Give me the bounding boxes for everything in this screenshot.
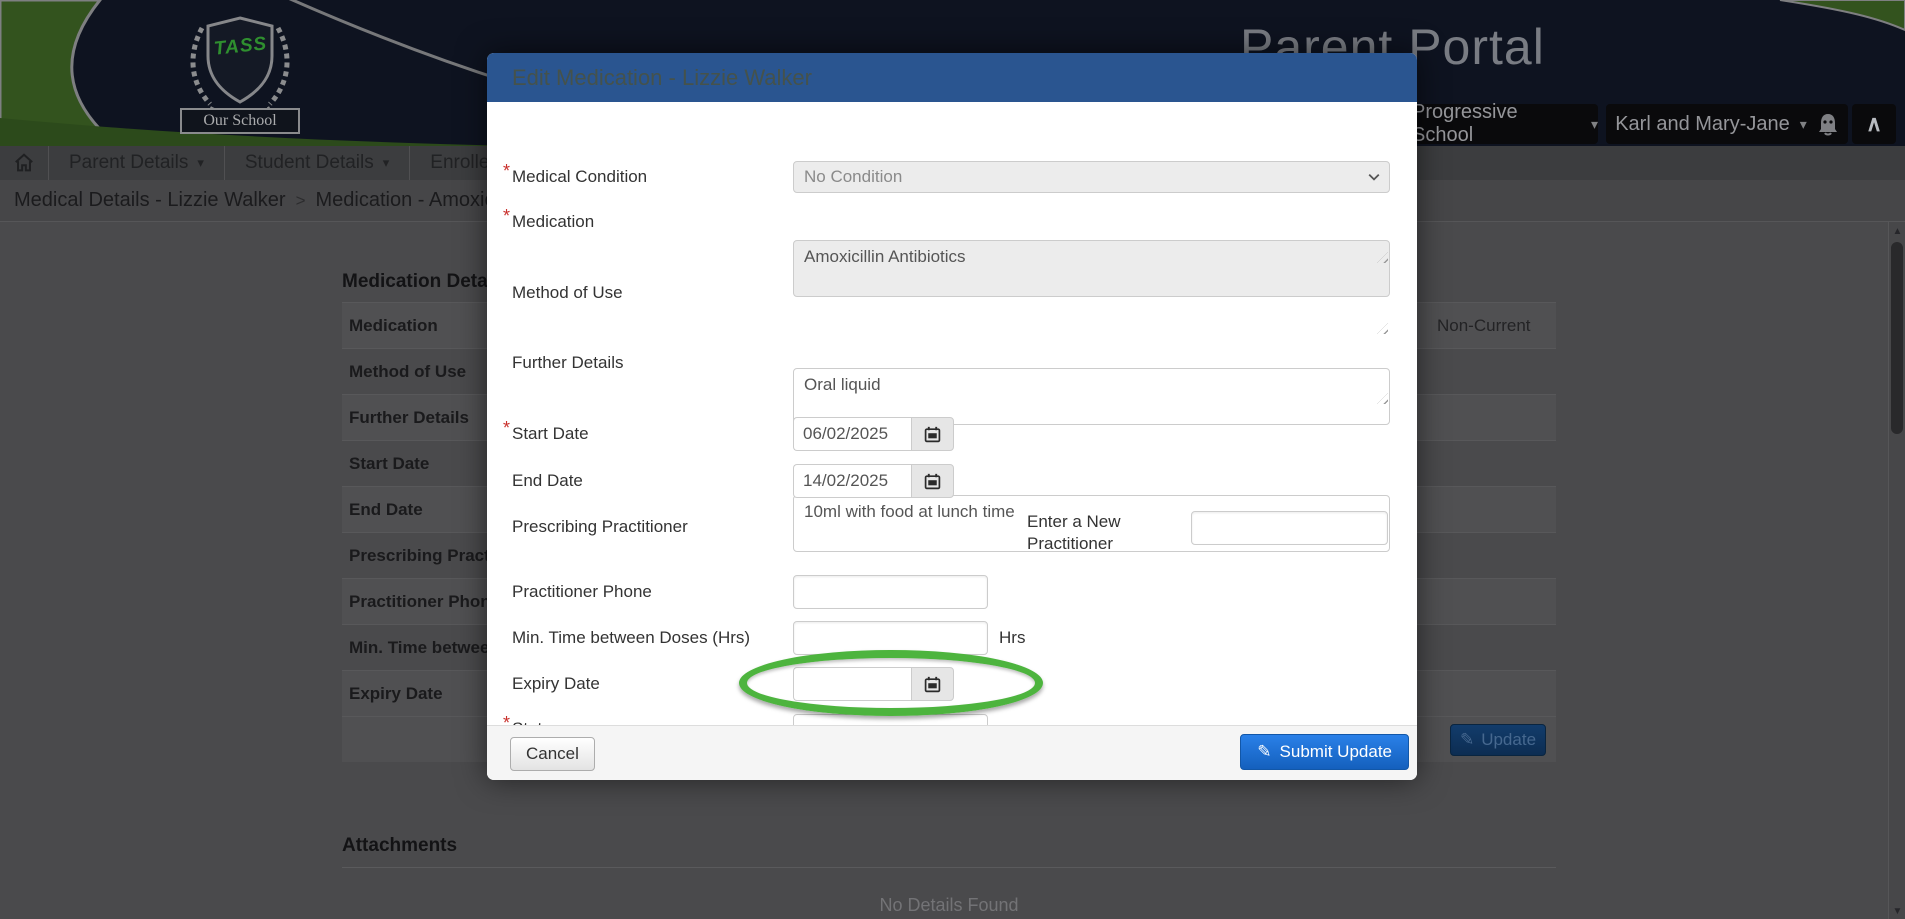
modal-body: * Medical Condition No Condition * Medic…: [487, 102, 1417, 725]
modal-header: Edit Medication - Lizzie Walker: [487, 53, 1417, 102]
start-date-label: Start Date: [512, 424, 589, 444]
scrollbar[interactable]: ▲ ▼: [1888, 222, 1905, 919]
collapse-header-button[interactable]: ∧: [1852, 104, 1896, 144]
medication-label: Medication: [512, 212, 594, 232]
new-practitioner-label: Enter a New Practitioner: [1027, 511, 1157, 555]
modal-title: Edit Medication - Lizzie Walker: [512, 65, 812, 91]
nav-home[interactable]: [0, 146, 49, 180]
end-date-group: 14/02/2025: [793, 464, 954, 498]
calendar-icon: [924, 426, 941, 443]
scroll-up-icon[interactable]: ▲: [1889, 226, 1905, 237]
caret-down-icon: ▾: [383, 155, 390, 171]
min-time-label: Min. Time between Doses (Hrs): [512, 628, 750, 648]
user-menu-dropdown[interactable]: Karl and Mary-Jane ▾: [1606, 104, 1848, 144]
home-icon: [13, 152, 35, 174]
scrollbar-thumb[interactable]: [1891, 242, 1903, 434]
nav-item-label: Parent Details: [69, 152, 188, 174]
medical-condition-select[interactable]: No Condition: [793, 161, 1390, 193]
start-date-group: 06/02/2025: [793, 417, 954, 451]
start-date-calendar-button[interactable]: [911, 417, 954, 451]
end-date-input[interactable]: 14/02/2025: [793, 464, 911, 498]
new-practitioner-input[interactable]: [1191, 511, 1388, 545]
caret-down-icon: ▾: [1591, 116, 1598, 133]
school-selector-dropdown[interactable]: Progressive School ▾: [1412, 104, 1598, 144]
caret-down-icon: ▾: [1800, 116, 1807, 133]
school-selector-label: Progressive School: [1412, 101, 1581, 146]
school-name: Our School: [203, 112, 276, 130]
nav-student-details[interactable]: Student Details ▾: [225, 146, 410, 180]
required-marker: *: [503, 161, 510, 182]
annotation-ellipse: [739, 650, 1043, 716]
resize-handle[interactable]: [1377, 323, 1388, 334]
required-marker: *: [503, 418, 510, 439]
breadcrumb-item-medical-details[interactable]: Medical Details - Lizzie Walker: [14, 189, 286, 212]
start-date-input[interactable]: 06/02/2025: [793, 417, 911, 451]
medication-details-heading: Medication Details: [342, 271, 509, 293]
pencil-icon: ✎: [1460, 730, 1474, 750]
status-badge: Non-Current: [1437, 316, 1531, 336]
required-marker: *: [503, 206, 510, 227]
method-of-use-label: Method of Use: [512, 283, 623, 303]
nav-item-label: Student Details: [245, 152, 374, 174]
modal-footer: Cancel ✎ Submit Update: [487, 725, 1417, 780]
no-details-text: No Details Found: [342, 895, 1556, 916]
end-date-label: End Date: [512, 471, 583, 491]
hrs-suffix: Hrs: [999, 628, 1025, 648]
attachments-heading: Attachments: [342, 835, 457, 857]
chevron-up-icon: ∧: [1866, 111, 1882, 137]
divider: [342, 867, 1556, 868]
cancel-button[interactable]: Cancel: [510, 737, 595, 771]
submit-update-label: Submit Update: [1280, 742, 1392, 762]
scroll-down-icon[interactable]: ▼: [1889, 906, 1905, 917]
further-details-label: Further Details: [512, 353, 623, 373]
breadcrumb-separator: >: [296, 191, 306, 211]
update-button[interactable]: ✎ Update: [1450, 724, 1546, 756]
update-button-label: Update: [1481, 730, 1536, 750]
expiry-date-label: Expiry Date: [512, 674, 600, 694]
pencil-icon: ✎: [1257, 742, 1271, 762]
prescribing-practitioner-label: Prescribing Practitioner: [512, 517, 688, 537]
submit-update-button[interactable]: ✎ Submit Update: [1240, 734, 1409, 770]
medication-textarea[interactable]: Amoxicillin Antibiotics: [793, 240, 1390, 297]
logo-ribbon: Our School: [180, 108, 300, 134]
medical-condition-label: Medical Condition: [512, 167, 647, 187]
school-logo: TASS Our School: [158, 4, 322, 144]
caret-down-icon: ▾: [197, 155, 204, 171]
chevron-down-icon: [1368, 173, 1380, 181]
practitioner-phone-label: Practitioner Phone: [512, 582, 652, 602]
bell-icon: [1817, 112, 1839, 136]
nav-parent-details[interactable]: Parent Details ▾: [49, 146, 225, 180]
practitioner-phone-input[interactable]: [793, 575, 988, 609]
calendar-icon: [924, 473, 941, 490]
end-date-calendar-button[interactable]: [911, 464, 954, 498]
screen: TASS Our School Parent Portal Progressiv…: [0, 0, 1905, 919]
user-name-label: Karl and Mary-Jane: [1615, 113, 1790, 136]
